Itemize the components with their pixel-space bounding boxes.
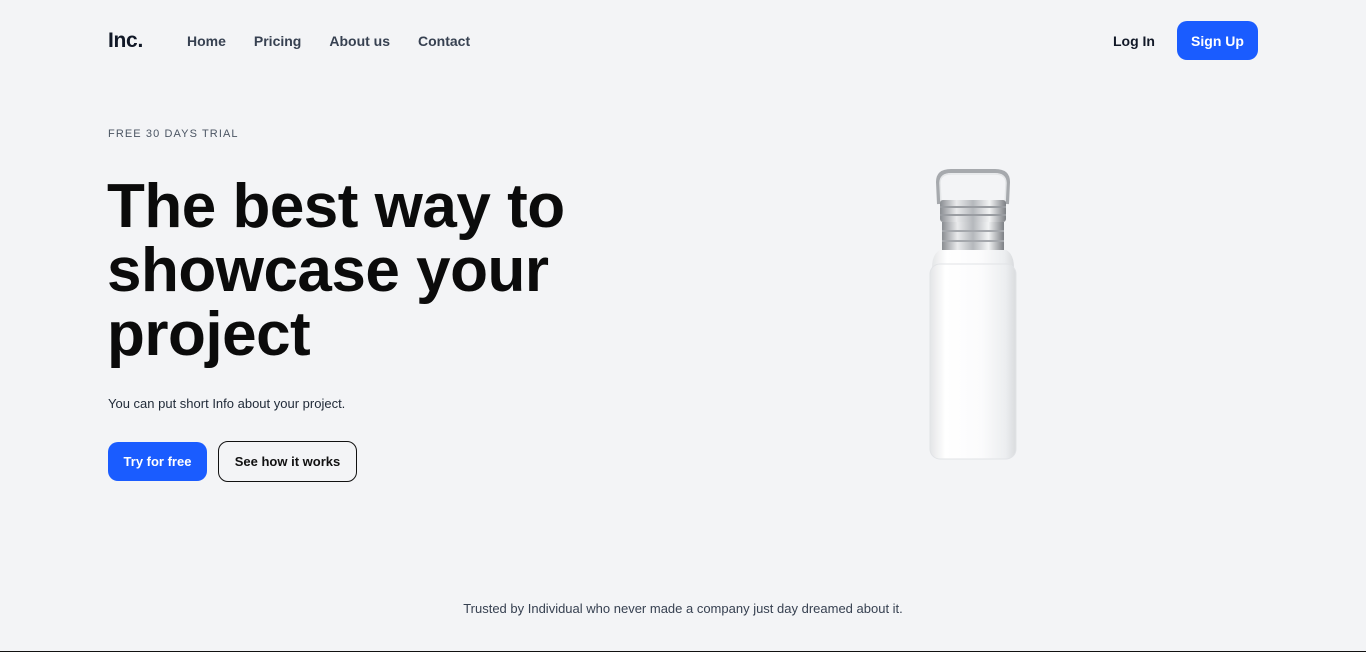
- auth-actions: Log In Sign Up: [1113, 21, 1258, 60]
- trusted-by-text: Trusted by Individual who never made a c…: [463, 601, 903, 616]
- nav-links: Home Pricing About us Contact: [187, 33, 470, 49]
- try-for-free-button[interactable]: Try for free: [108, 442, 207, 481]
- brand-logo[interactable]: Inc.: [108, 29, 143, 53]
- nav-link-about-us[interactable]: About us: [329, 33, 390, 49]
- nav-link-contact[interactable]: Contact: [418, 33, 470, 49]
- login-link[interactable]: Log In: [1113, 33, 1155, 49]
- bottle-handle: [935, 169, 1011, 205]
- hero-headline: The best way to showcase your project: [107, 172, 565, 369]
- bottle-body: [930, 264, 1016, 459]
- see-how-it-works-button[interactable]: See how it works: [218, 441, 357, 482]
- nav-link-pricing[interactable]: Pricing: [254, 33, 301, 49]
- bottle-cap: [940, 200, 1006, 222]
- trial-eyebrow: FREE 30 DAYS TRIAL: [108, 128, 239, 140]
- nav-link-home[interactable]: Home: [187, 33, 226, 49]
- signup-button[interactable]: Sign Up: [1177, 21, 1258, 60]
- hero-subtext: You can put short Info about your projec…: [108, 396, 346, 411]
- water-bottle-image: [929, 169, 1017, 460]
- bottle-neck: [942, 222, 1004, 250]
- top-navigation: Inc. Home Pricing About us Contact Log I…: [108, 21, 1258, 60]
